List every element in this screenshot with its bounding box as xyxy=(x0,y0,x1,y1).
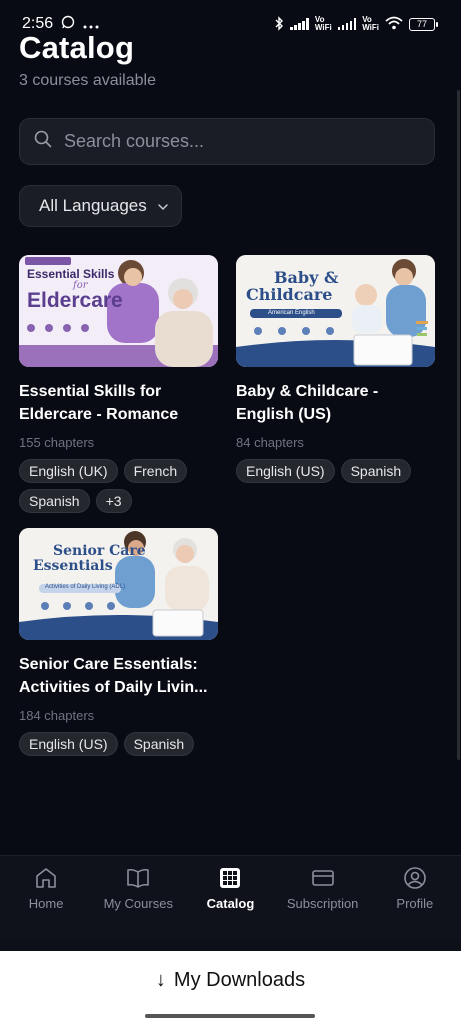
course-thumbnail[interactable]: Baby & Childcare American English xyxy=(236,255,435,367)
home-icon xyxy=(36,868,56,888)
nav-label-catalog: Catalog xyxy=(206,896,255,911)
chapter-count: 184 chapters xyxy=(19,708,95,723)
grid-icon xyxy=(220,868,241,888)
language-tag: Spanish xyxy=(340,459,412,483)
language-tag: English (US) xyxy=(19,732,118,756)
language-tag: English (UK) xyxy=(19,459,118,483)
battery-icon: 77 xyxy=(409,17,438,31)
language-tag: Spanish xyxy=(19,489,90,513)
nav-label-profile: Profile xyxy=(396,896,434,911)
divider-strip xyxy=(0,939,461,951)
chapter-count: 155 chapters xyxy=(19,435,95,450)
signal-icon-2 xyxy=(337,18,357,30)
thumbnail-title: Baby & Childcare American English xyxy=(246,268,339,316)
language-select-value: All Languages xyxy=(39,196,147,215)
nav-item-catalog[interactable]: Catalog xyxy=(184,866,276,939)
search-icon xyxy=(34,130,52,153)
card-icon xyxy=(311,870,334,886)
page-title: Catalog xyxy=(19,30,135,65)
thumbnail-title: Essential Skills for Eldercare xyxy=(27,267,123,312)
scrollbar[interactable] xyxy=(457,90,460,760)
page-subtitle: 3 courses available xyxy=(19,72,156,89)
bottom-nav: Home My Courses Catalog Subscription Pro… xyxy=(0,855,461,939)
course-thumbnail[interactable]: Senior Care Essentials Activities of Dai… xyxy=(19,528,218,640)
nav-item-home[interactable]: Home xyxy=(0,866,92,939)
language-tags: English (UK) French Spanish +3 xyxy=(19,459,218,513)
language-tag: Spanish xyxy=(123,732,195,756)
language-tag: French xyxy=(123,459,188,483)
book-icon xyxy=(127,868,150,888)
vowifi-label-2: Vo WiFi xyxy=(362,15,379,32)
course-title[interactable]: Baby & Childcare - English (US) xyxy=(236,380,435,426)
course-title[interactable]: Senior Care Essentials: Activities of Da… xyxy=(19,653,218,699)
chevron-down-icon xyxy=(157,196,169,216)
vowifi-label: Vo WiFi xyxy=(314,15,332,32)
language-tags: English (US) Spanish xyxy=(236,459,435,483)
nav-label-subscription: Subscription xyxy=(286,896,359,911)
nav-item-subscription[interactable]: Subscription xyxy=(277,866,369,939)
bluetooth-icon xyxy=(274,15,284,33)
language-tags: English (US) Spanish xyxy=(19,732,218,756)
status-right: Vo WiFi Vo WiFi 77 xyxy=(274,15,438,33)
course-card-senior-care[interactable]: Senior Care Essentials Activities of Dai… xyxy=(19,528,218,756)
chapter-count: 84 chapters xyxy=(236,435,304,450)
language-tag: English (US) xyxy=(236,459,335,483)
nav-item-profile[interactable]: Profile xyxy=(369,866,461,939)
nav-label-home: Home xyxy=(28,896,64,911)
user-icon xyxy=(404,867,426,889)
more-languages-tag: +3 xyxy=(95,489,132,513)
language-select[interactable]: All Languages xyxy=(19,185,182,227)
thumbnail-title: Senior Care Essentials Activities of Dai… xyxy=(33,543,146,591)
nav-label-my-courses: My Courses xyxy=(103,896,173,911)
search-input[interactable] xyxy=(64,131,404,152)
home-indicator[interactable] xyxy=(145,1014,315,1018)
signal-icon xyxy=(290,18,309,30)
course-thumbnail[interactable]: Essential Skills for Eldercare xyxy=(19,255,218,367)
search-box[interactable] xyxy=(19,118,435,165)
course-card-eldercare[interactable]: Essential Skills for Eldercare Essential… xyxy=(19,255,218,513)
course-title[interactable]: Essential Skills for Eldercare - Romance xyxy=(19,380,218,426)
wifi-icon xyxy=(385,16,403,32)
nav-item-my-courses[interactable]: My Courses xyxy=(92,866,184,939)
course-card-babycare[interactable]: Baby & Childcare American English Baby &… xyxy=(236,255,435,483)
